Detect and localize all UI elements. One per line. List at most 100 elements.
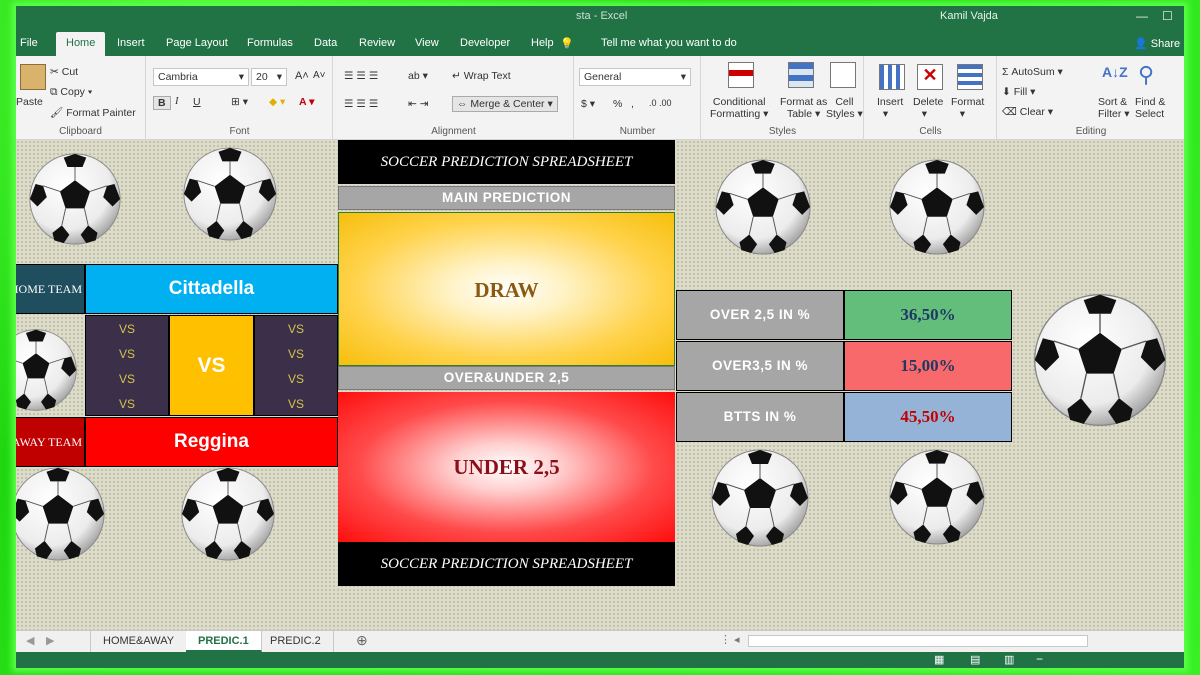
normal-view-icon[interactable]: ▦ <box>934 653 944 666</box>
wrap-text-button[interactable]: ↵ Wrap Text <box>452 70 511 82</box>
find-select-button[interactable]: Find & Select <box>1135 96 1165 120</box>
cells-group: ✕ Insert ▾ Delete ▾ Format ▾ Cells <box>865 56 997 140</box>
comma-button[interactable]: , <box>631 98 634 110</box>
spreadsheet-title-bottom: SOCCER PREDICTION SPREADSHEET <box>338 542 675 586</box>
clipboard-group-label: Clipboard <box>59 126 102 137</box>
underline-button[interactable]: U <box>193 96 201 108</box>
styles-group-label: Styles <box>768 126 797 137</box>
horizontal-scrollbar[interactable] <box>748 635 1088 647</box>
add-sheet-icon[interactable]: ⊕ <box>356 632 368 649</box>
fill-color-icon[interactable]: ◆ ▾ <box>269 96 285 108</box>
autosum-label: AutoSum <box>1011 66 1055 78</box>
brush-icon: 🖌 <box>50 107 64 119</box>
tab-page-layout[interactable]: Page Layout <box>166 37 228 49</box>
sheet-tab-home-away[interactable]: HOME&AWAY <box>90 631 188 652</box>
vertical-align-icons[interactable]: ☰☰☰ <box>344 70 381 82</box>
cell-styles-icon[interactable] <box>830 62 856 88</box>
indent-icons[interactable]: ⇤ ⇥ <box>408 98 429 110</box>
wrap-text-label: Wrap Text <box>463 70 511 82</box>
tab-formulas[interactable]: Formulas <box>247 37 293 49</box>
magnifier-icon[interactable]: ⚲ <box>1138 62 1164 88</box>
format-cells-icon[interactable] <box>957 64 983 90</box>
vs-column-left: VS VS VS VS <box>85 315 169 416</box>
paste-button[interactable]: Paste <box>16 96 43 108</box>
increase-font-icon[interactable]: A˄ <box>295 70 309 82</box>
over-under-label: OVER&UNDER 2,5 <box>338 366 675 390</box>
vs-small-label: VS <box>118 322 135 336</box>
autosum-button[interactable]: Σ AutoSum ▾ <box>1002 66 1063 78</box>
conditional-formatting-button[interactable]: Conditional Formatting ▾ <box>710 96 768 120</box>
orientation-icon[interactable]: ab ▾ <box>408 70 428 82</box>
decimal-icons[interactable]: .0 .00 <box>649 98 672 108</box>
stat-label-btts: BTTS IN % <box>676 392 844 442</box>
minimize-icon[interactable]: — <box>1136 9 1148 23</box>
zoom-out-icon[interactable]: − <box>1036 652 1043 666</box>
borders-icon[interactable]: ⊞ ▾ <box>231 96 248 108</box>
decrease-font-icon[interactable]: A˅ <box>313 70 326 81</box>
sort-filter-icon[interactable]: A↓Z <box>1102 64 1128 90</box>
worksheet-grid[interactable]: SOCCER PREDICTION SPREADSHEET MAIN PREDI… <box>16 140 1184 630</box>
delete-button[interactable]: Delete ▾ <box>913 96 943 120</box>
delete-cells-icon[interactable]: ✕ <box>917 64 943 90</box>
scroll-left-icon[interactable]: ◀ <box>26 634 34 647</box>
page-layout-view-icon[interactable]: ▤ <box>970 653 980 666</box>
font-size-select[interactable]: 20 ▾ <box>251 68 287 86</box>
horizontal-align-icons[interactable]: ☰☰☰ <box>344 98 381 110</box>
number-format-select[interactable]: General ▾ <box>579 68 691 86</box>
options-dots-icon[interactable]: ⋮ <box>720 633 731 646</box>
filter-label: Filter <box>1098 108 1122 120</box>
format-as-table-button[interactable]: Format as Table ▾ <box>780 96 827 120</box>
away-team-name: Reggina <box>85 417 338 467</box>
sort-filter-button[interactable]: Sort & Filter ▾ <box>1098 96 1130 120</box>
format-table-icon[interactable] <box>788 62 814 88</box>
sheet-tab-predic2[interactable]: PREDIC.2 <box>258 631 334 652</box>
format-painter-button[interactable]: 🖌 Format Painter <box>50 106 136 119</box>
tab-review[interactable]: Review <box>359 37 395 49</box>
italic-button[interactable]: I <box>175 96 179 107</box>
percent-button[interactable]: % <box>613 98 622 110</box>
paste-icon[interactable] <box>20 64 46 90</box>
tab-insert[interactable]: Insert <box>117 37 145 49</box>
copy-button[interactable]: ⧉ Copy ▾ <box>50 86 92 99</box>
fill-button[interactable]: ⬇ Fill ▾ <box>1002 86 1035 98</box>
conditional-formatting-icon[interactable] <box>728 62 754 88</box>
editing-group: Σ AutoSum ▾ ⬇ Fill ▾ ⌫ Clear ▾ A↓Z ⚲ Sor… <box>998 56 1184 140</box>
excel-window: sta - Excel Kamil Vajda — ☐ File Home In… <box>16 6 1184 668</box>
vs-small-label: VS <box>118 372 135 386</box>
hscroll-left-icon[interactable]: ◂ <box>734 633 740 646</box>
tab-home[interactable]: Home <box>56 32 106 56</box>
clipboard-group: Paste ✂ Cut ⧉ Copy ▾ 🖌 Format Painter Cl… <box>16 56 146 140</box>
vs-small-label: VS <box>118 397 135 411</box>
scissors-icon: ✂ <box>50 66 59 78</box>
title-bar: sta - Excel Kamil Vajda — ☐ <box>16 6 1184 32</box>
over-under-prediction-value: UNDER 2,5 <box>338 392 675 542</box>
insert-button[interactable]: Insert ▾ <box>877 96 903 120</box>
merge-center-button[interactable]: ⇔ Merge & Center ▾ <box>452 96 558 112</box>
vs-small-label: VS <box>287 372 304 386</box>
cell-styles-button[interactable]: Cell Styles ▾ <box>826 96 863 120</box>
bold-button[interactable]: B <box>153 96 171 110</box>
tab-data[interactable]: Data <box>314 37 337 49</box>
tell-me-search[interactable]: Tell me what you want to do <box>601 37 737 49</box>
format-button[interactable]: Format ▾ <box>951 96 984 120</box>
tab-view[interactable]: View <box>415 37 439 49</box>
tab-help[interactable]: Help <box>531 37 554 49</box>
page-break-view-icon[interactable]: ▥ <box>1004 653 1014 666</box>
share-button[interactable]: 👤 Share <box>1134 37 1180 50</box>
clear-button[interactable]: ⌫ Clear ▾ <box>1002 106 1053 118</box>
restore-icon[interactable]: ☐ <box>1162 9 1173 23</box>
currency-icon[interactable]: $ ▾ <box>581 98 595 110</box>
sheet-tab-predic1[interactable]: PREDIC.1 <box>186 631 262 652</box>
cut-button[interactable]: ✂ Cut <box>50 66 78 78</box>
spreadsheet-title-top: SOCCER PREDICTION SPREADSHEET <box>338 140 675 184</box>
font-group: Cambria ▾ 20 ▾ A˄ A˅ B I U ⊞ ▾ ◆ ▾ A ▾ Fon… <box>147 56 333 140</box>
vs-small-label: VS <box>287 397 304 411</box>
font-color-icon[interactable]: A ▾ <box>299 96 314 108</box>
scroll-right-icon[interactable]: ▶ <box>46 634 54 647</box>
vs-small-label: VS <box>287 322 304 336</box>
insert-cells-icon[interactable] <box>879 64 905 90</box>
tab-file[interactable]: File <box>20 37 38 49</box>
chevron-down-icon: ▾ <box>680 71 686 83</box>
tab-developer[interactable]: Developer <box>460 37 510 49</box>
font-name-select[interactable]: Cambria ▾ <box>153 68 249 86</box>
